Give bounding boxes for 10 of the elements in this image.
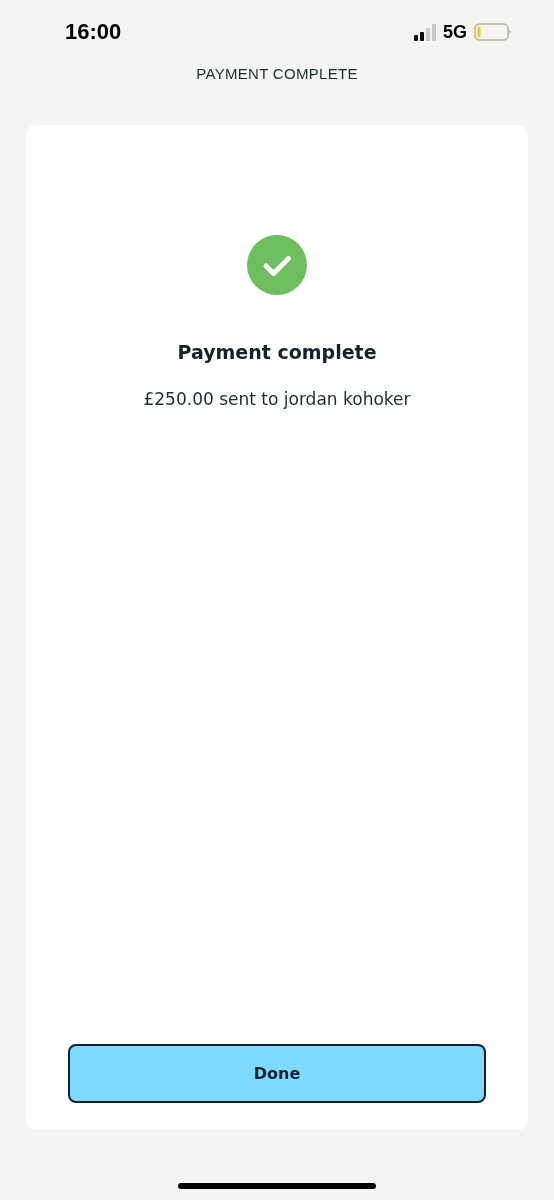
done-button[interactable]: Done: [68, 1044, 486, 1103]
home-indicator[interactable]: [178, 1183, 376, 1189]
network-type: 5G: [443, 21, 467, 43]
clock-time: 16:00: [65, 19, 122, 45]
confirmation-title: Payment complete: [177, 341, 377, 363]
confirmation-message: £250.00 sent to jordan kohoker: [143, 389, 411, 409]
battery-icon: [474, 23, 512, 41]
checkmark-icon: [247, 235, 307, 295]
signal-icon: [414, 23, 436, 41]
page-title: PAYMENT COMPLETE: [196, 64, 358, 82]
